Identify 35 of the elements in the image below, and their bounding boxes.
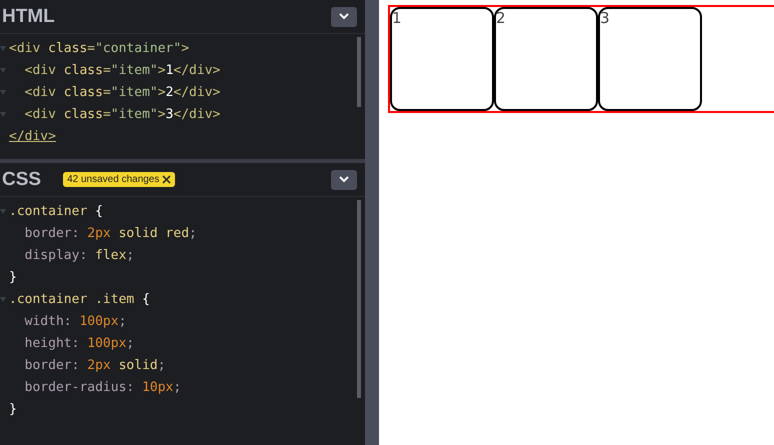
code-line: .container { — [9, 204, 103, 218]
code-line: <div class="item">2</div> — [24, 84, 220, 100]
resize-handle[interactable] — [365, 0, 379, 445]
code-line: } — [9, 270, 17, 284]
panel-title: HTML — [2, 6, 55, 28]
chevron-down-icon — [339, 176, 349, 183]
chevron-down-icon — [339, 13, 349, 20]
panel-title: CSS — [2, 168, 42, 190]
fold-arrow-icon[interactable] — [0, 90, 6, 94]
code-line: <div class="container"> — [9, 40, 190, 56]
scrollbar[interactable] — [357, 200, 361, 398]
item-label: 1 — [392, 9, 402, 27]
close-icon — [162, 175, 172, 184]
fold-arrow-icon[interactable] — [0, 296, 6, 302]
code-line: display: flex; — [24, 248, 134, 262]
code-line: </div> — [9, 128, 56, 144]
code-line: } — [9, 402, 17, 416]
fold-arrow-icon[interactable] — [0, 46, 6, 50]
code-line: <div class="item">1</div> — [24, 62, 220, 78]
item-label: 3 — [600, 9, 610, 27]
code-line: height: 100px; — [24, 336, 134, 350]
fold-arrow-icon[interactable] — [0, 68, 6, 72]
scrollbar[interactable] — [357, 37, 361, 107]
collapse-button[interactable] — [331, 170, 357, 190]
collapse-button[interactable] — [331, 6, 357, 26]
code-line: <div class="item">3</div> — [24, 106, 220, 122]
fold-arrow-icon[interactable] — [0, 112, 6, 116]
fold-arrow-icon[interactable] — [0, 208, 6, 214]
code-line: border-radius: 10px; — [24, 380, 182, 394]
code-line: .container .item { — [9, 292, 150, 306]
item-label: 2 — [496, 9, 506, 27]
unsaved-changes-badge[interactable]: 42 unsaved changes — [63, 172, 176, 187]
code-line: width: 100px; — [24, 314, 126, 328]
code-line: border: 2px solid; — [24, 358, 166, 372]
code-line: border: 2px solid red; — [24, 226, 197, 240]
